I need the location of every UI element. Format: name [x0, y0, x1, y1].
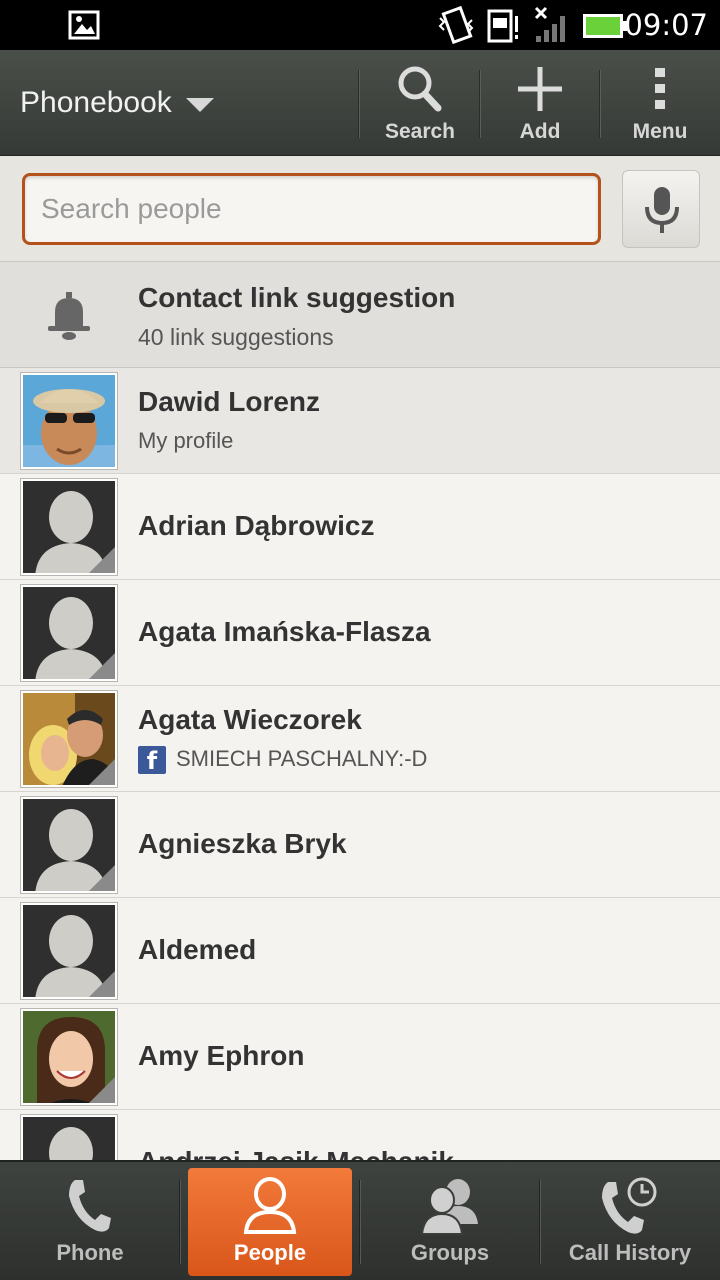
- contact-name: Andrzej Jasik Mechanik: [138, 1146, 454, 1160]
- tab-call-history[interactable]: Call History: [540, 1162, 720, 1280]
- person-placeholder-icon: [23, 1117, 115, 1160]
- no-signal-icon: [534, 6, 565, 42]
- profile-photo: [23, 375, 115, 467]
- corner-marker: [89, 653, 115, 679]
- person-icon: [243, 1177, 297, 1234]
- list-item[interactable]: Andrzej Jasik Mechanik: [0, 1110, 720, 1160]
- list-item[interactable]: Dawid Lorenz My profile: [0, 368, 720, 474]
- contact-name: Dawid Lorenz: [138, 386, 321, 417]
- tab-people[interactable]: People: [180, 1162, 360, 1280]
- vibrate-icon: [438, 6, 474, 44]
- tab-people-label: People: [233, 1240, 307, 1265]
- contact-link-suggestion[interactable]: Contact link suggestion 40 link suggesti…: [0, 262, 720, 368]
- corner-marker: [89, 971, 115, 997]
- tab-phone-label: Phone: [56, 1240, 124, 1265]
- search-input[interactable]: [22, 173, 601, 245]
- corner-marker: [89, 547, 115, 573]
- list-item[interactable]: Aldemed: [0, 898, 720, 1004]
- voice-search-button[interactable]: [622, 170, 700, 248]
- image-icon: [68, 10, 100, 40]
- contact-name: Aldemed: [138, 934, 257, 965]
- contact-subtitle: My profile: [138, 428, 234, 453]
- list-item[interactable]: Amy Ephron: [0, 1004, 720, 1110]
- contact-status-text: SMIECH PASCHALNY:-D: [176, 746, 428, 771]
- battery-icon: [583, 14, 627, 38]
- action-bar: Phonebook Search Add Menu: [0, 50, 720, 156]
- tab-groups-label: Groups: [410, 1240, 490, 1265]
- contact-name: Agnieszka Bryk: [138, 828, 347, 859]
- contact-status: f SMIECH PASCHALNY:-D: [138, 746, 428, 775]
- suggestion-subtitle: 40 link suggestions: [138, 324, 334, 350]
- list-item[interactable]: Agnieszka Bryk: [0, 792, 720, 898]
- corner-marker: [89, 759, 115, 785]
- groups-icon: [420, 1179, 478, 1235]
- plus-icon: [518, 67, 562, 111]
- avatar: [21, 1009, 117, 1105]
- corner-marker: [89, 1077, 115, 1103]
- avatar: [21, 691, 117, 787]
- contact-name: Amy Ephron: [138, 1040, 305, 1071]
- sim-icon: [487, 9, 518, 43]
- menu-button[interactable]: Menu: [601, 50, 719, 156]
- tab-phone[interactable]: Phone: [0, 1162, 180, 1280]
- bottom-navigation: Phone People Groups Call History: [0, 1160, 720, 1280]
- list-item[interactable]: Adrian Dąbrowicz: [0, 474, 720, 580]
- avatar: [21, 1115, 117, 1160]
- search-button-label: Search: [384, 120, 456, 143]
- list-item[interactable]: Agata Imańska-Flasza: [0, 580, 720, 686]
- chevron-down-icon[interactable]: [186, 98, 214, 112]
- contact-name: Agata Imańska-Flasza: [138, 616, 431, 647]
- avatar: [21, 797, 117, 893]
- avatar: [21, 585, 117, 681]
- call-history-icon: [602, 1177, 657, 1234]
- divider: [358, 70, 360, 138]
- contact-name: Adrian Dąbrowicz: [138, 510, 375, 541]
- search-button[interactable]: Search: [361, 50, 479, 156]
- tab-groups[interactable]: Groups: [360, 1162, 540, 1280]
- avatar: [21, 373, 117, 469]
- overflow-menu-icon: [655, 68, 665, 109]
- bell-icon: [48, 292, 90, 340]
- add-button-label: Add: [519, 120, 561, 143]
- search-row: [0, 156, 720, 262]
- menu-button-label: Menu: [632, 120, 688, 143]
- contact-list[interactable]: Dawid Lorenz My profile Adrian Dąbrowicz…: [0, 368, 720, 1160]
- phonebook-title[interactable]: Phonebook: [20, 86, 172, 120]
- microphone-icon: [645, 187, 679, 233]
- avatar: [21, 479, 117, 575]
- facebook-icon: f: [138, 746, 166, 775]
- avatar: [21, 903, 117, 999]
- search-icon: [398, 66, 442, 112]
- status-bar: 09:07: [0, 0, 720, 50]
- suggestion-title: Contact link suggestion: [138, 282, 456, 313]
- tab-call-history-label: Call History: [568, 1240, 692, 1265]
- phone-icon: [69, 1180, 111, 1232]
- corner-marker: [89, 865, 115, 891]
- add-button[interactable]: Add: [481, 50, 599, 156]
- clock: 09:07: [624, 8, 708, 42]
- list-item[interactable]: Agata Wieczorek f SMIECH PASCHALNY:-D: [0, 686, 720, 792]
- contact-name: Agata Wieczorek: [138, 704, 362, 735]
